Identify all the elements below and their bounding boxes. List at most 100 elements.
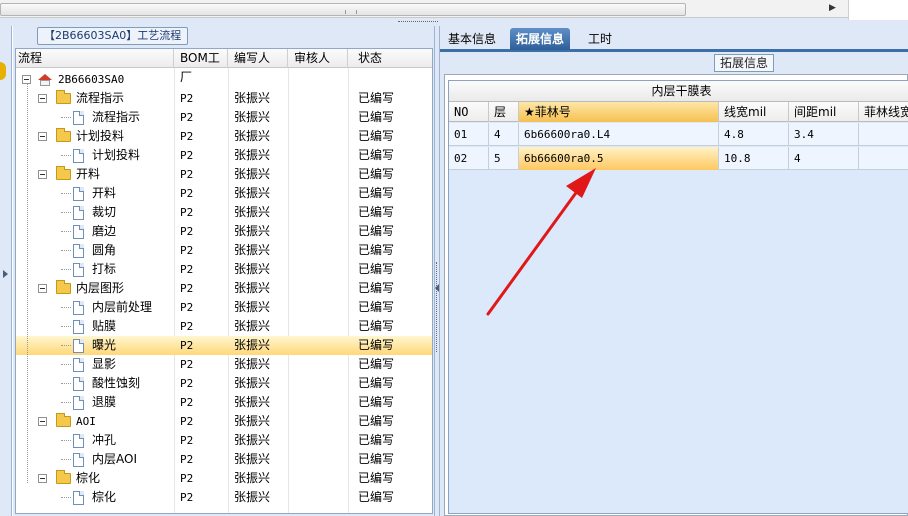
cell-spacing[interactable]: 3.4 (789, 123, 859, 146)
tree-row-selected[interactable]: 曝光 P2 张振兴 已编写 (16, 336, 432, 355)
tree-row[interactable]: 打标 P2 张振兴 已编写 (16, 260, 432, 279)
column-header-bom-factory[interactable]: BOM工厂 (174, 49, 228, 84)
tree-row[interactable]: 流程指示 P2 张振兴 已编写 (16, 89, 432, 108)
tree-row[interactable]: 计划投料 P2 张振兴 已编写 (16, 127, 432, 146)
collapse-toggle-icon[interactable] (38, 474, 47, 483)
cell-layer[interactable]: 4 (489, 123, 519, 146)
status-cell: 已编写 (358, 186, 395, 200)
tree-item-label: 流程指示 (92, 110, 141, 124)
tree-row[interactable]: 2B66603SA0 (16, 70, 432, 89)
tree-row[interactable]: 开料 P2 张振兴 已编写 (16, 165, 432, 184)
cell-film-line-width[interactable] (859, 147, 908, 170)
author-cell: 张振兴 (234, 186, 271, 200)
tree-row[interactable]: 冲孔 P2 张振兴 已编写 (16, 431, 432, 450)
collapse-left-arrow-icon[interactable] (435, 284, 439, 292)
tree-item-label: 2B66603SA0 (58, 73, 125, 86)
column-header-status[interactable]: 状态 (348, 49, 432, 68)
tree-item-label: AOI (76, 415, 96, 428)
status-cell: 已编写 (358, 129, 395, 143)
tree-row[interactable]: 内层图形 P2 张振兴 已编写 (16, 279, 432, 298)
author-cell: 张振兴 (234, 471, 271, 485)
column-header-film-no[interactable]: ★菲林号 (519, 102, 719, 122)
tree-row[interactable]: 内层前处理 P2 张振兴 已编写 (16, 298, 432, 317)
tree-row[interactable]: 磨边 P2 张振兴 已编写 (16, 222, 432, 241)
cell-line-width[interactable]: 10.8 (719, 147, 789, 170)
cell-layer[interactable]: 5 (489, 147, 519, 170)
tree-connector (61, 269, 71, 270)
tree-row[interactable]: 流程指示 P2 张振兴 已编写 (16, 108, 432, 127)
author-cell: 张振兴 (234, 338, 271, 352)
collapse-toggle-icon[interactable] (38, 284, 47, 293)
column-header-flow[interactable]: 流程 (16, 49, 174, 68)
column-header-spacing[interactable]: 间距mil (789, 102, 859, 122)
inner-dry-film-grid: 内层干膜表 NO 层 ★菲林号 线宽mil 间距mil 菲林线宽 01 4 6b… (448, 80, 908, 514)
tab-work-hours[interactable]: 工时 (582, 28, 618, 50)
status-cell: 已编写 (358, 243, 395, 257)
status-cell: 已编写 (358, 319, 395, 333)
author-cell: 张振兴 (234, 205, 271, 219)
horizontal-scrollbar[interactable]: ▶ (0, 0, 848, 18)
cell-line-width[interactable]: 4.8 (719, 123, 789, 146)
tree-connector (61, 231, 71, 232)
document-icon (73, 491, 84, 505)
collapse-toggle-icon[interactable] (38, 94, 47, 103)
tree-row[interactable]: 圆角 P2 张振兴 已编写 (16, 241, 432, 260)
folder-icon (56, 470, 71, 484)
author-cell: 张振兴 (234, 414, 271, 428)
tree-row[interactable]: 显影 P2 张振兴 已编写 (16, 355, 432, 374)
status-cell: 已编写 (358, 148, 395, 162)
tree-row[interactable]: 棕化 P2 张振兴 已编写 (16, 469, 432, 488)
document-icon (73, 206, 84, 220)
tree-connector (61, 402, 71, 403)
status-cell: 已编写 (358, 433, 395, 447)
cell-film-no-selected[interactable]: 6b66600ra0.5 (519, 147, 719, 170)
tree-row[interactable]: 贴膜 P2 张振兴 已编写 (16, 317, 432, 336)
splitter-grip-icon[interactable] (398, 21, 438, 24)
tree-item-label: 打标 (92, 262, 117, 276)
tab-basic-info[interactable]: 基本信息 (442, 28, 502, 50)
column-header-no[interactable]: NO (449, 102, 489, 122)
scrollbar-thumb[interactable] (0, 3, 686, 16)
process-tree-grid: 流程 BOM工厂 编写人 审核人 状态 2B66603SA0 流程指示 P2 张振兴已… (15, 48, 433, 514)
bom-factory-cell: P2 (180, 377, 194, 390)
bom-factory-cell: P2 (180, 187, 194, 200)
document-icon (73, 244, 84, 258)
column-header-reviewer[interactable]: 审核人 (288, 49, 348, 68)
document-icon (73, 111, 84, 125)
cell-spacing[interactable]: 4 (789, 147, 859, 170)
cell-no[interactable]: 01 (449, 123, 489, 146)
table-row[interactable]: 02 5 6b66600ra0.5 10.8 4 (449, 147, 908, 170)
bom-factory-cell: P2 (180, 282, 194, 295)
status-cell: 已编写 (358, 338, 395, 352)
tree-row[interactable]: 内层AOI P2 张振兴 已编写 (16, 450, 432, 469)
column-header-film-line-width[interactable]: 菲林线宽 (859, 102, 908, 122)
author-cell: 张振兴 (234, 319, 271, 333)
tree-item-label: 棕化 (76, 471, 101, 485)
collapse-toggle-icon[interactable] (22, 75, 31, 84)
cell-film-no[interactable]: 6b66600ra0.L4 (519, 123, 719, 146)
left-collapse-strip[interactable] (0, 26, 12, 516)
tree-row[interactable]: 开料 P2 张振兴 已编写 (16, 184, 432, 203)
scroll-right-arrow-icon[interactable]: ▶ (829, 3, 836, 13)
collapse-toggle-icon[interactable] (38, 417, 47, 426)
tab-extended-info[interactable]: 拓展信息 (510, 28, 571, 50)
expand-arrow-icon[interactable] (3, 270, 8, 278)
collapse-toggle-icon[interactable] (38, 170, 47, 179)
tree-row[interactable]: 裁切 P2 张振兴 已编写 (16, 203, 432, 222)
tree-item-label: 曝光 (92, 338, 117, 352)
cell-no[interactable]: 02 (449, 147, 489, 170)
cell-film-line-width[interactable] (859, 123, 908, 146)
tree-row[interactable]: 棕化 P2 张振兴 已编写 (16, 488, 432, 507)
column-header-line-width[interactable]: 线宽mil (719, 102, 789, 122)
tree-row[interactable]: 退膜 P2 张振兴 已编写 (16, 393, 432, 412)
collapse-toggle-icon[interactable] (38, 132, 47, 141)
tree-item-label: 计划投料 (92, 148, 141, 162)
document-icon (73, 225, 84, 239)
tree-row[interactable]: 酸性蚀刻 P2 张振兴 已编写 (16, 374, 432, 393)
column-header-author[interactable]: 编写人 (228, 49, 288, 68)
tree-row[interactable]: 计划投料 P2 张振兴 已编写 (16, 146, 432, 165)
column-header-layer[interactable]: 层 (489, 102, 519, 122)
table-row[interactable]: 01 4 6b66600ra0.L4 4.8 3.4 (449, 123, 908, 146)
tree-item-label: 显影 (92, 357, 117, 371)
tree-row[interactable]: AOI P2 张振兴 已编写 (16, 412, 432, 431)
